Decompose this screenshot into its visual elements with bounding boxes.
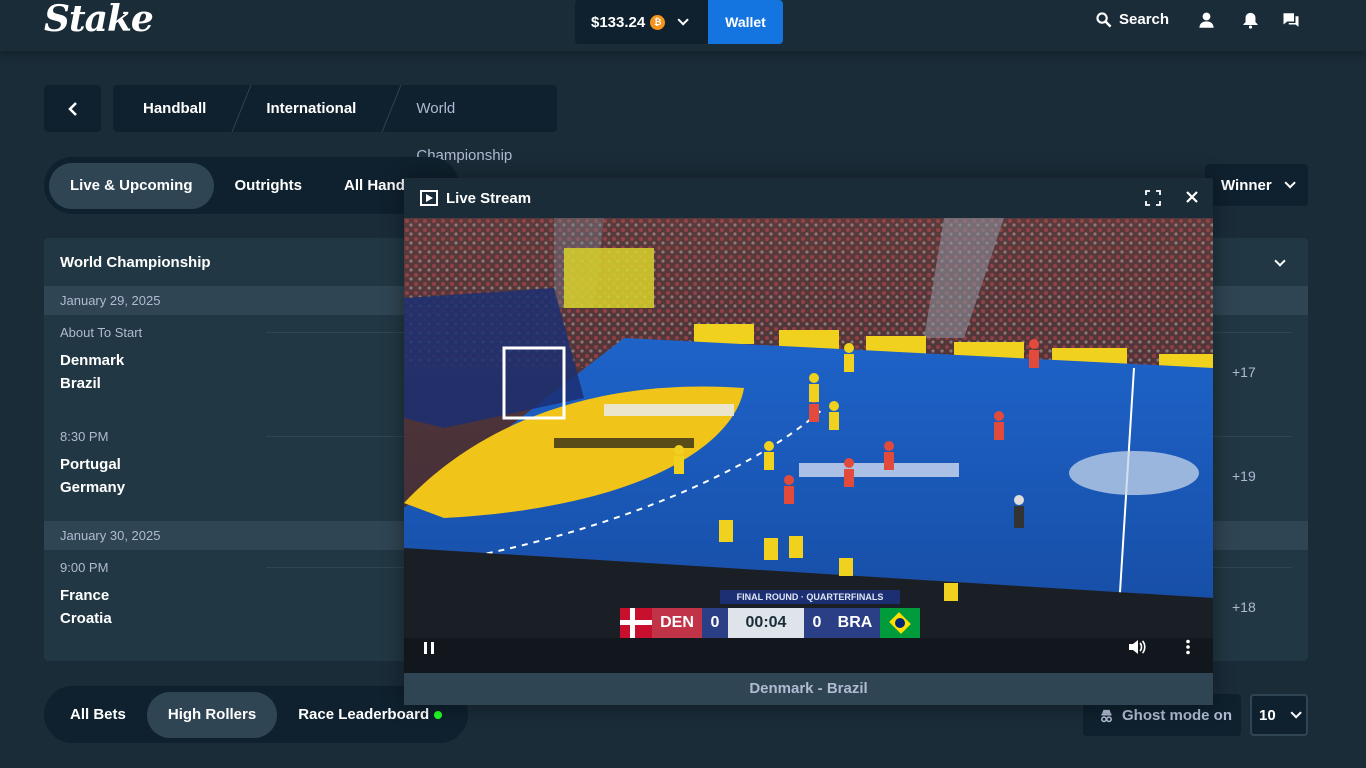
stake-logo[interactable]: Stake xyxy=(44,0,154,38)
close-icon[interactable] xyxy=(1185,190,1199,204)
match-time: About To Start xyxy=(60,325,143,340)
away-score: 0 xyxy=(804,608,830,638)
live-dot-icon xyxy=(434,710,443,719)
more-markets-link[interactable]: +19 xyxy=(1232,468,1256,484)
brazil-flag-icon xyxy=(880,608,920,638)
home-team-code: DEN xyxy=(652,608,702,638)
tab-all-bets[interactable]: All Bets xyxy=(49,692,147,738)
breadcrumb-international[interactable]: International xyxy=(236,85,386,132)
away-team: Germany xyxy=(60,479,126,496)
tab-outrights[interactable]: Outrights xyxy=(214,163,324,209)
market-selector-label: Winner xyxy=(1221,176,1272,194)
live-stream-title: Live Stream xyxy=(446,189,532,207)
stream-match-label: Denmark - Brazil xyxy=(404,673,1213,705)
search-button[interactable]: Search xyxy=(1095,11,1169,28)
more-markets-link[interactable]: +17 xyxy=(1232,364,1256,380)
scoreboard-overlay: FINAL ROUND · QUARTERFINALS DEN 0 00:04 … xyxy=(620,590,988,640)
balance-selector[interactable]: $133.24 ₿ xyxy=(575,0,708,44)
fullscreen-icon[interactable] xyxy=(1145,190,1161,206)
more-markets-link[interactable]: +18 xyxy=(1232,599,1256,615)
chevron-left-icon xyxy=(67,101,77,116)
away-team-code: BRA xyxy=(830,608,880,638)
live-stream-window: Live Stream FINAL ROUND · QUARTERFINALS … xyxy=(404,178,1213,705)
ghost-icon xyxy=(1101,709,1112,722)
search-icon xyxy=(1096,12,1112,28)
ghost-mode-label: Ghost mode on xyxy=(1122,706,1232,724)
row-count-select[interactable]: 10 xyxy=(1250,694,1308,736)
video-player[interactable]: FINAL ROUND · QUARTERFINALS DEN 0 00:04 … xyxy=(404,218,1213,673)
breadcrumb: Handball International World Championshi… xyxy=(113,85,557,164)
tab-live-upcoming[interactable]: Live & Upcoming xyxy=(49,162,214,209)
chevron-down-icon xyxy=(677,14,690,26)
breadcrumb-world-championship: World Championship xyxy=(416,100,513,164)
more-options-icon[interactable] xyxy=(1185,639,1191,655)
chevron-down-icon xyxy=(1284,177,1296,189)
search-label: Search xyxy=(1119,11,1170,28)
match-time: 8:30 PM xyxy=(60,429,109,444)
match-clock: 00:04 xyxy=(728,608,804,638)
top-bar: Stake $133.24 ₿ Wallet Search xyxy=(0,0,1366,51)
chevron-down-icon xyxy=(1274,255,1286,267)
home-team: France xyxy=(60,587,110,604)
back-button[interactable] xyxy=(44,85,101,132)
denmark-flag-icon xyxy=(620,608,652,638)
sport-tabs: Live & Upcoming Outrights All Handb xyxy=(44,157,460,214)
pause-icon[interactable] xyxy=(423,641,435,655)
user-icon[interactable] xyxy=(1198,11,1215,29)
breadcrumb-handball[interactable]: Handball xyxy=(113,85,236,132)
match-time: 9:00 PM xyxy=(60,560,109,575)
balance-amount: $133.24 xyxy=(591,13,646,31)
bell-icon[interactable] xyxy=(1242,11,1259,29)
volume-icon[interactable] xyxy=(1128,639,1146,655)
live-stream-header[interactable]: Live Stream xyxy=(404,178,1213,218)
round-label: FINAL ROUND · QUARTERFINALS xyxy=(720,590,900,604)
market-selector[interactable]: Winner xyxy=(1205,164,1308,206)
chevron-down-icon xyxy=(1290,707,1302,719)
row-count-value: 10 xyxy=(1259,706,1276,724)
race-leaderboard-label: Race Leaderboard xyxy=(298,705,430,723)
away-team: Brazil xyxy=(60,375,101,392)
handball-court-video-frame xyxy=(404,218,1213,673)
home-team: Denmark xyxy=(60,352,125,369)
competition-title: World Championship xyxy=(60,253,211,271)
bitcoin-icon: ₿ xyxy=(650,14,666,30)
tab-high-rollers[interactable]: High Rollers xyxy=(146,691,278,738)
away-team: Croatia xyxy=(60,610,112,627)
chat-icon[interactable] xyxy=(1282,11,1300,29)
play-video-icon xyxy=(420,190,438,206)
home-score: 0 xyxy=(702,608,728,638)
home-team: Portugal xyxy=(60,456,121,473)
wallet-button[interactable]: Wallet xyxy=(708,0,783,44)
